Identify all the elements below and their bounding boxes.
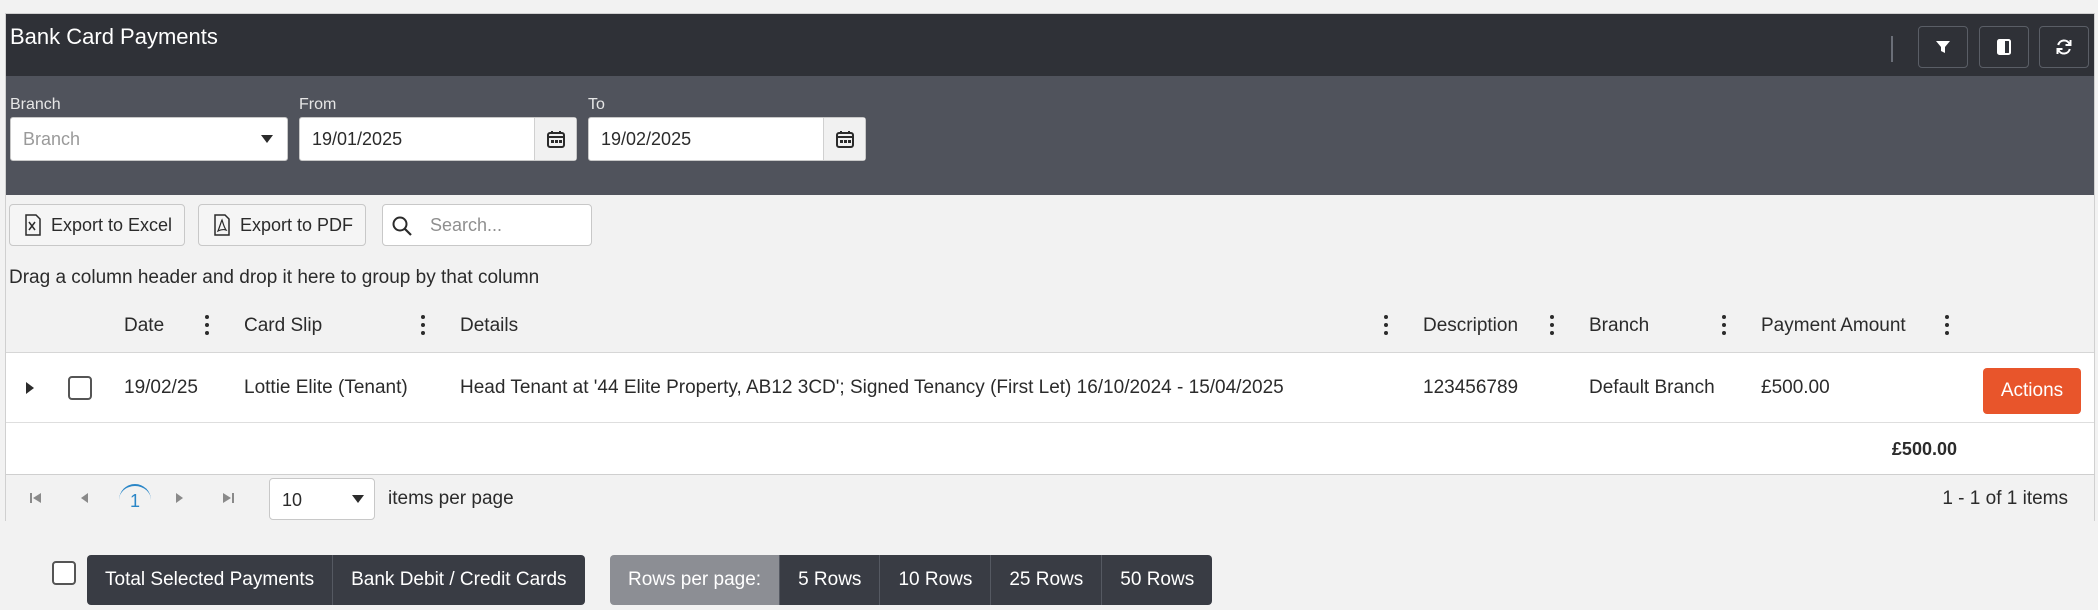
calendar-icon[interactable] [534,118,576,160]
search-icon [392,216,412,236]
cell-date: 19/02/25 [124,377,198,398]
actions-button[interactable]: Actions [1983,368,2081,414]
from-date-value: 19/01/2025 [312,129,403,149]
cell-branch: Default Branch [1589,377,1715,398]
pager: 1 10 items per page 1 - 1 of 1 items [6,475,2094,522]
page-size-value: 10 [282,490,303,510]
rows-25-button[interactable]: 25 Rows [991,555,1103,605]
branch-dropdown[interactable]: Branch [10,117,288,161]
bank-cards-button[interactable]: Bank Debit / Credit Cards [333,555,585,605]
columns-icon [1997,39,2011,55]
column-menu-icon[interactable] [205,315,211,337]
cell-details: Head Tenant at '44 Elite Property, AB12 … [460,377,1284,398]
refresh-button[interactable] [2039,26,2089,68]
select-all-checkbox[interactable] [52,561,76,585]
rows-5-button[interactable]: 5 Rows [780,555,881,605]
export-pdf-label: Export to PDF [240,214,354,235]
branch-label: Branch [10,96,61,113]
cell-description: 123456789 [1423,377,1519,398]
columns-button[interactable] [1979,26,2029,68]
group-hint: Drag a column header and drop it here to… [9,267,540,288]
payment-total: £500.00 [1891,439,1957,459]
search-input[interactable] [430,205,585,245]
cell-card-slip: Lottie Elite (Tenant) [244,377,408,398]
filter-bar: Branch Branch From 19/01/2025 To 19/02/2… [6,76,2094,195]
filter-button[interactable] [1918,26,1968,68]
page-number-current[interactable]: 1 [119,484,151,516]
pdf-file-icon [214,214,230,236]
column-menu-icon[interactable] [1384,315,1390,337]
column-menu-icon[interactable] [421,315,427,337]
export-excel-button[interactable]: Export to Excel [9,204,186,246]
column-header-date[interactable]: Date [124,315,164,337]
to-date-value: 19/02/2025 [601,129,692,149]
table-header: Date Card Slip Details Description Branc… [6,297,2094,353]
calendar-icon[interactable] [823,118,865,160]
page-size-dropdown[interactable]: 10 [269,478,375,520]
column-menu-icon[interactable] [1722,315,1728,337]
page-title: Bank Card Payments [10,24,218,49]
expand-row-icon[interactable] [26,382,34,394]
column-header-details[interactable]: Details [460,315,518,337]
rows-10-button[interactable]: 10 Rows [880,555,992,605]
excel-file-icon [25,214,41,236]
row-checkbox[interactable] [68,376,92,400]
toolbar-divider [1891,36,1893,62]
pager-info: 1 - 1 of 1 items [1942,488,2068,509]
next-page-icon[interactable] [172,490,188,506]
column-header-payment-amount[interactable]: Payment Amount [1761,315,1906,337]
total-selected-payments-button[interactable]: Total Selected Payments [87,555,334,605]
export-pdf-button[interactable]: Export to PDF [198,204,367,246]
branch-placeholder: Branch [23,129,81,149]
table-footer: £500.00 [6,423,2094,475]
rows-per-page-label: Rows per page: [610,555,781,605]
first-page-icon[interactable] [28,490,44,506]
from-label: From [299,96,337,113]
table-row: 19/02/25 Lottie Elite (Tenant) Head Tena… [6,353,2094,423]
column-header-branch[interactable]: Branch [1589,315,1649,337]
prev-page-icon[interactable] [76,490,92,506]
column-menu-icon[interactable] [1945,315,1951,337]
chevron-down-icon [352,495,364,503]
rows-per-page-bar: Rows per page: 5 Rows 10 Rows 25 Rows 50… [610,555,1213,605]
to-date-field[interactable]: 19/02/2025 [588,117,866,161]
bank-card-payments-panel: Bank Card Payments Branch Branch From 19… [5,13,2095,522]
last-page-icon[interactable] [220,490,236,506]
from-date-field[interactable]: 19/01/2025 [299,117,577,161]
column-menu-icon[interactable] [1550,315,1556,337]
export-excel-label: Export to Excel [51,214,173,235]
column-header-description[interactable]: Description [1423,315,1518,337]
to-label: To [588,96,605,113]
items-per-page-label: items per page [388,488,514,509]
rows-50-button[interactable]: 50 Rows [1102,555,1213,605]
payment-type-bar: Total Selected Payments Bank Debit / Cre… [87,555,585,605]
refresh-icon [2056,39,2072,55]
filter-icon [1936,41,1950,53]
column-header-card-slip[interactable]: Card Slip [244,315,322,337]
chevron-down-icon [247,118,287,160]
title-bar: Bank Card Payments [6,14,2094,76]
search-box[interactable] [382,204,592,246]
cell-payment-amount: £500.00 [1761,377,1830,398]
